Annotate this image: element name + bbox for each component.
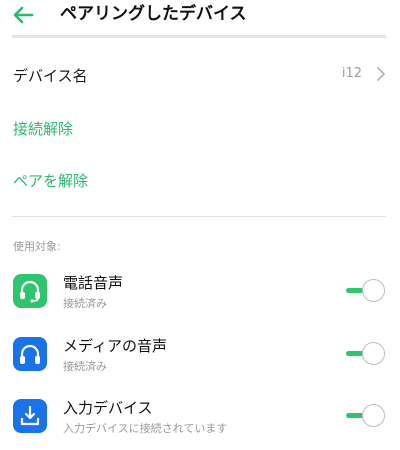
disconnect-button[interactable]: 接続解除 (13, 118, 73, 139)
chevron-right-icon (377, 67, 385, 81)
header-divider (12, 35, 386, 38)
item-title: メディアの音声 (63, 337, 167, 355)
device-name-label: デバイス名 (13, 67, 88, 85)
section-label: 使用対象: (13, 240, 61, 253)
list-item-media-audio[interactable]: メディアの音声 接続済み (0, 331, 400, 385)
app-header: ペアリングしたデバイス (0, 0, 400, 32)
list-item-input-device[interactable]: 入力デバイス 入力デバイスに接続されています (0, 393, 400, 447)
toggle-knob (362, 404, 385, 427)
item-title: 電話音声 (63, 274, 124, 292)
section-divider (12, 216, 386, 217)
item-subtitle: 接続済み (63, 297, 107, 310)
list-item-phone-audio[interactable]: 電話音声 接続済み (0, 268, 400, 322)
item-subtitle: 接続済み (63, 360, 107, 373)
device-name-value: i12 (341, 66, 362, 81)
headphones-icon (13, 337, 47, 371)
media-audio-toggle[interactable] (344, 342, 386, 366)
device-name-row[interactable]: デバイス名 i12 (0, 56, 400, 92)
toggle-knob (362, 342, 385, 365)
page-title: ペアリングしたデバイス (60, 4, 247, 24)
input-device-icon (13, 399, 47, 433)
headset-icon (13, 274, 47, 308)
phone-audio-toggle[interactable] (344, 279, 386, 303)
input-device-toggle[interactable] (344, 404, 386, 428)
toggle-knob (362, 279, 385, 302)
unpair-button[interactable]: ペアを解除 (13, 170, 88, 191)
item-subtitle: 入力デバイスに接続されています (63, 422, 228, 435)
back-arrow-icon[interactable] (12, 5, 34, 25)
item-title: 入力デバイス (63, 399, 153, 417)
